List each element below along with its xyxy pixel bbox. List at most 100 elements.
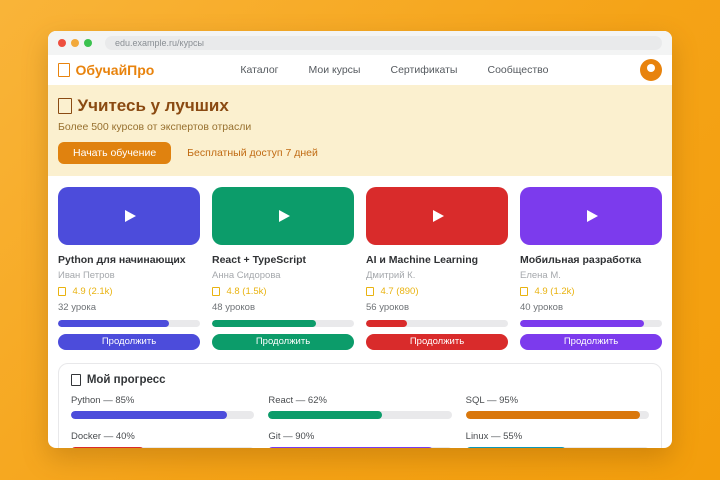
rating-value: 4.9 (1.2k) [534,286,575,297]
course-progressbar [212,320,354,327]
course-rating: 4.7 (890) [366,286,508,297]
progress-label: Python — 85% [71,395,135,406]
user-avatar-icon[interactable] [640,59,662,81]
continue-button[interactable]: Продолжить [520,334,662,350]
progress-track [71,411,255,419]
course-card-mobile: Мобильная разработка Елена М. 4.9 (1.2k)… [520,187,662,350]
course-author: Дмитрий К. [366,270,416,281]
progress-item-git: Git — 90% [268,431,452,448]
rating-value: 4.9 (2.1k) [72,286,113,297]
progress-fill [465,411,640,419]
close-window-button[interactable] [58,39,66,47]
continue-button[interactable]: Продолжить [366,334,508,350]
minimize-window-button[interactable] [71,39,79,47]
site-header: ОбучайПро Каталог Мои курсы Сертификаты … [48,55,672,85]
start-learning-button[interactable]: Начать обучение [58,142,172,164]
course-thumbnail[interactable] [58,187,200,245]
progress-track [268,447,452,448]
hero-subtitle: Более 500 курсов от экспертов отрасли [58,121,252,133]
course-title: Python для начинающих [58,254,186,266]
play-icon [125,210,136,222]
rating-value: 4.8 (1.5k) [226,286,267,297]
continue-button[interactable]: Продолжить [212,334,354,350]
course-rating: 4.8 (1.5k) [212,286,354,297]
progress-grid: Python — 85% React — 62% SQL — 95% Docke… [71,395,649,448]
site-logo[interactable]: ОбучайПро [58,62,154,78]
progress-item-linux: Linux — 55% [465,431,649,448]
course-progressbar [520,320,662,327]
progress-item-sql: SQL — 95% [465,395,649,419]
course-card-grid: Python для начинающих Иван Петров 4.9 (2… [48,176,672,356]
course-card-python: Python для начинающих Иван Петров 4.9 (2… [58,187,200,350]
course-progress-fill [366,320,408,327]
nav-item-certificates[interactable]: Сертификаты [390,64,457,76]
progress-section-title: Мой прогресс [71,374,649,386]
my-progress-section: Мой прогресс Python — 85% React — 62% SQ… [58,363,662,448]
url-bar[interactable]: edu.example.ru/курсы [105,36,662,50]
hero-banner: Учитесь у лучших Более 500 курсов от экс… [48,85,672,176]
course-progress-fill [58,320,169,327]
progress-item-python: Python — 85% [71,395,255,419]
progress-label: SQL — 95% [465,395,519,406]
course-progressbar [58,320,200,327]
play-icon [587,210,598,222]
progress-missing-glyph-icon [71,374,81,386]
course-author: Анна Сидорова [212,270,281,281]
progress-fill [71,411,227,419]
browser-window: edu.example.ru/курсы ОбучайПро Каталог М… [48,31,672,448]
progress-label: Linux — 55% [465,431,523,442]
hero-title: Учитесь у лучших [58,96,660,116]
course-thumbnail[interactable] [520,187,662,245]
progress-fill [465,447,567,448]
star-icon [58,286,67,297]
course-title: React + TypeScript [212,254,307,266]
course-lessons: 32 урока [58,302,97,313]
continue-button[interactable]: Продолжить [58,334,200,350]
course-lessons: 56 уроков [366,302,410,313]
main-nav: Каталог Мои курсы Сертификаты Сообщество [240,64,548,76]
hero-cta-row: Начать обучение Бесплатный доступ 7 дней [58,142,660,164]
progress-fill [268,411,382,419]
hero-title-text: Учитесь у лучших [77,96,229,115]
progress-fill [71,447,145,448]
url-text: edu.example.ru/курсы [115,38,204,48]
nav-item-my-courses[interactable]: Мои курсы [309,64,361,76]
course-title: Мобильная разработка [520,254,642,266]
course-rating: 4.9 (1.2k) [520,286,662,297]
star-icon [212,286,221,297]
play-icon [279,210,290,222]
logo-missing-glyph-icon [58,63,70,77]
course-author: Иван Петров [58,270,115,281]
maximize-window-button[interactable] [84,39,92,47]
course-progress-fill [212,320,316,327]
logo-label: ОбучайПро [75,62,155,78]
progress-track [71,447,255,448]
progress-label: Docker — 40% [71,431,135,442]
course-thumbnail[interactable] [366,187,508,245]
course-rating: 4.9 (2.1k) [58,286,200,297]
course-thumbnail[interactable] [212,187,354,245]
rating-value: 4.7 (890) [380,286,419,297]
hero-missing-glyph-icon [58,98,72,114]
progress-item-react: React — 62% [268,395,452,419]
nav-item-community[interactable]: Сообщество [487,64,548,76]
browser-chrome: edu.example.ru/курсы [48,31,672,55]
course-lessons: 48 уроков [212,302,256,313]
progress-track [465,447,649,448]
progress-fill [268,447,434,448]
progress-track [465,411,649,419]
course-lessons: 40 уроков [520,302,564,313]
course-progressbar [366,320,508,327]
course-progress-fill [520,320,644,327]
nav-item-catalog[interactable]: Каталог [240,64,278,76]
progress-label: React — 62% [268,395,327,406]
star-icon [520,286,529,297]
course-title: AI и Machine Learning [366,254,479,266]
course-card-react: React + TypeScript Анна Сидорова 4.8 (1.… [212,187,354,350]
course-card-ai-ml: AI и Machine Learning Дмитрий К. 4.7 (89… [366,187,508,350]
free-trial-note: Бесплатный доступ 7 дней [187,147,318,159]
progress-item-docker: Docker — 40% [71,431,255,448]
progress-label: Git — 90% [268,431,315,442]
progress-title-text: Мой прогресс [86,374,166,386]
star-icon [366,286,375,297]
